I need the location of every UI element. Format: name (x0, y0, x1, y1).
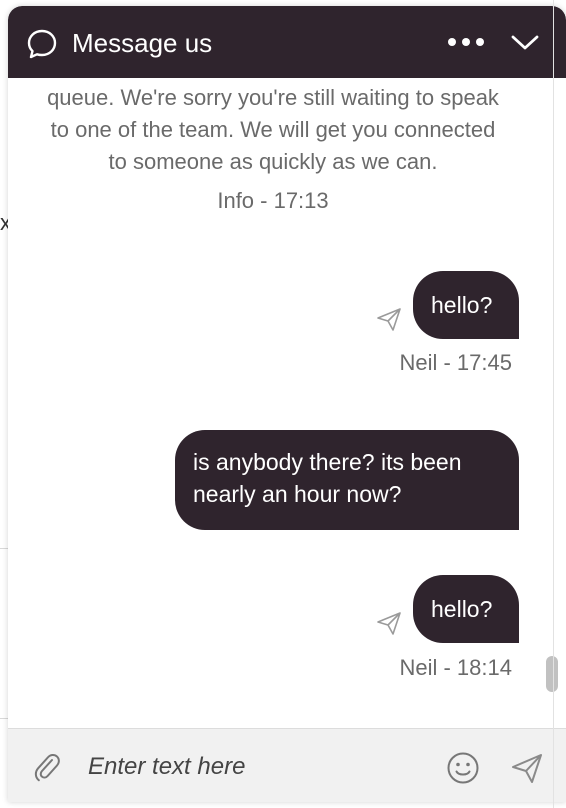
more-options-icon[interactable] (444, 30, 488, 54)
info-timestamp: Info - 17:13 (217, 188, 329, 213)
message-input[interactable] (88, 747, 428, 787)
message-bubble: is anybody there? its been nearly an hou… (175, 430, 519, 530)
background-divider (0, 718, 8, 719)
chat-title: Message us (72, 28, 213, 58)
info-message: queue. We're sorry you're still waiting … (8, 82, 538, 178)
info-message-line: to someone as quickly as we can. (108, 149, 438, 174)
chat-widget: Message us queue. We're sorry you're sti… (8, 6, 566, 802)
message-bubble: hello? (413, 575, 519, 643)
sent-icon (377, 612, 401, 635)
sent-icon (377, 308, 401, 331)
send-icon[interactable] (510, 751, 544, 785)
background-divider (0, 548, 8, 549)
background-border (553, 0, 554, 808)
message-timestamp: Neil - 18:14 (399, 655, 512, 680)
message-line: is anybody there? its been (193, 449, 462, 475)
smiley-icon[interactable] (446, 751, 480, 785)
message-list[interactable]: queue. We're sorry you're still waiting … (8, 78, 566, 702)
message-timestamp: Neil - 17:45 (399, 350, 512, 375)
chevron-down-icon[interactable] (508, 28, 542, 56)
chat-bubble-icon (27, 29, 57, 59)
message-line: nearly an hour now? (193, 481, 402, 507)
message-composer (8, 728, 566, 802)
message-bubble: hello? (413, 271, 519, 339)
chat-header: Message us (8, 6, 566, 78)
message-scrollbar[interactable] (544, 78, 558, 702)
paperclip-icon[interactable] (32, 751, 62, 783)
scrollbar-thumb[interactable] (546, 656, 558, 692)
info-message-line: to one of the team. We will get you conn… (50, 117, 496, 142)
info-message-line: queue. We're sorry you're still waiting … (47, 85, 499, 110)
